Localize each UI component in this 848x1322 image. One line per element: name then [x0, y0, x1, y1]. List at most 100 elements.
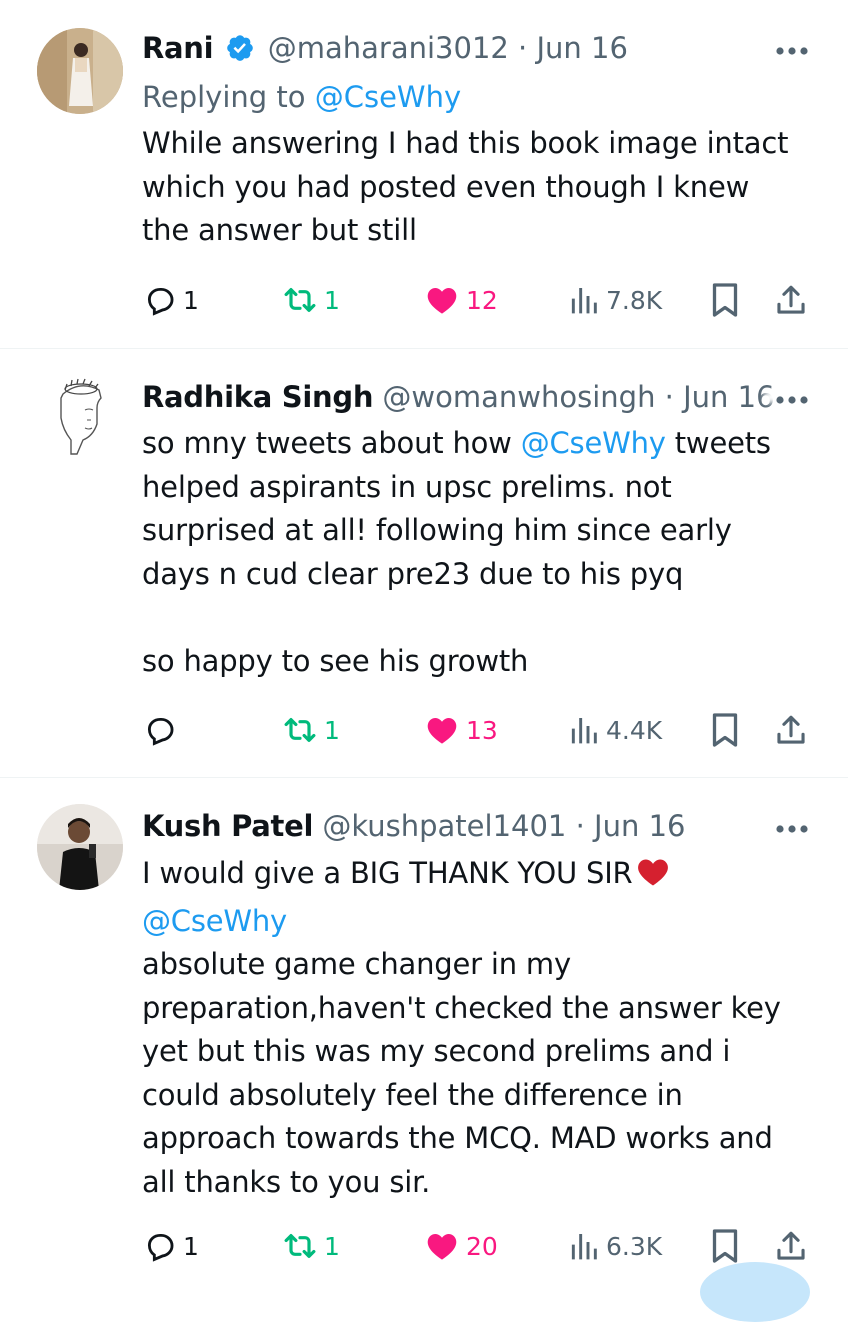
like-icon — [427, 718, 457, 744]
mention-link[interactable]: @CseWhy — [521, 426, 666, 460]
avatar-image — [37, 28, 123, 114]
bookmark-icon — [712, 1229, 738, 1263]
author-handle[interactable]: @womanwhosingh — [382, 380, 655, 414]
like-icon — [427, 1234, 457, 1260]
text-line: preparation,haven't checked the answer k… — [142, 990, 781, 1025]
reply-button[interactable]: 1 — [143, 280, 199, 320]
avatar-image — [37, 804, 123, 890]
avatar-image — [37, 374, 123, 460]
repost-count: 1 — [324, 285, 340, 315]
repost-count: 1 — [324, 1231, 340, 1261]
reply-count: 1 — [183, 285, 199, 315]
reply-icon — [147, 287, 174, 316]
share-icon — [777, 285, 805, 314]
text-line: approach towards the MCQ. MAD works and — [142, 1121, 773, 1155]
replying-prefix: Replying to — [142, 80, 315, 114]
like-count: 20 — [466, 1231, 498, 1261]
avatar[interactable] — [37, 804, 123, 890]
tweet-header: Radhika Singh @womanwhosingh · Jun 16 — [142, 379, 808, 415]
text-line: surprised at all! following him since ea… — [142, 513, 732, 547]
text-line: could absolutely feel the difference in — [142, 1077, 683, 1112]
floating-compose-button[interactable] — [700, 1262, 810, 1322]
avatar[interactable] — [37, 374, 123, 460]
author-handle[interactable]: @maharani3012 — [268, 31, 509, 65]
share-icon — [777, 715, 805, 744]
separator: · — [655, 380, 684, 414]
like-icon — [427, 288, 457, 314]
author-name[interactable]: Kush Patel — [142, 809, 313, 843]
tweet-header: Rani @maharani3012 · Jun 16 — [142, 30, 808, 71]
bookmark-icon — [712, 713, 738, 747]
heart-emoji-icon — [635, 855, 671, 900]
repost-icon — [284, 1234, 316, 1258]
tweet-header: Kush Patel @kushpatel1401 · Jun 16 — [142, 808, 808, 844]
views-count: 4.4K — [606, 715, 663, 745]
bookmark-button[interactable] — [710, 280, 740, 320]
divider — [0, 777, 848, 778]
tweet-text: I would give a BIG THANK YOU SIR @CseWhy… — [142, 852, 822, 1204]
bookmark-button[interactable] — [710, 1226, 740, 1266]
text-line: While answering I had this book image in… — [142, 126, 789, 160]
like-count: 13 — [466, 715, 498, 745]
repost-button[interactable]: 1 — [282, 710, 340, 750]
action-bar: 1 1 12 7.8K — [0, 280, 848, 320]
reply-button[interactable]: 1 — [143, 1226, 199, 1266]
tweet-text: so mny tweets about how @CseWhy tweets h… — [142, 422, 822, 683]
reply-icon — [147, 1233, 174, 1262]
repost-icon — [284, 288, 316, 312]
text-segment: tweets — [665, 426, 771, 460]
repost-button[interactable]: 1 — [282, 1226, 340, 1266]
views-icon — [571, 1234, 597, 1260]
text-line: so mny tweets about how @CseWhy tweets — [142, 422, 822, 466]
tweet-text: While answering I had this book image in… — [142, 122, 822, 253]
share-icon — [777, 1231, 805, 1260]
like-button[interactable]: 12 — [424, 280, 498, 320]
like-button[interactable]: 20 — [424, 1226, 498, 1266]
views-count: 7.8K — [606, 285, 663, 315]
more-icon[interactable] — [774, 820, 810, 833]
bookmark-button[interactable] — [710, 710, 740, 750]
bookmark-icon — [712, 283, 738, 317]
avatar[interactable] — [37, 28, 123, 114]
views-count: 6.3K — [606, 1231, 663, 1261]
author-name[interactable]: Radhika Singh — [142, 380, 373, 414]
reply-button[interactable] — [143, 710, 183, 750]
separator: · — [508, 31, 537, 65]
text-line: I would give a BIG THANK YOU SIR — [142, 852, 822, 900]
verified-badge-icon — [225, 33, 255, 71]
like-button[interactable]: 13 — [424, 710, 498, 750]
action-bar: 1 1 20 6.3K — [0, 1226, 848, 1266]
text-segment: I would give a BIG THANK YOU SIR — [142, 856, 633, 890]
views-icon — [571, 718, 597, 744]
action-bar: 1 13 4.4K — [0, 710, 848, 750]
text-segment: so mny tweets about how — [142, 426, 521, 460]
author-handle[interactable]: @kushpatel1401 — [322, 809, 566, 843]
more-icon[interactable] — [774, 42, 810, 55]
tweet-date[interactable]: Jun 16 — [594, 809, 685, 843]
more-icon[interactable] — [774, 391, 810, 404]
text-line: days n cud clear pre23 due to his pyq — [142, 556, 684, 591]
text-line: yet but this was my second prelims and i — [142, 1034, 731, 1068]
share-button[interactable] — [774, 280, 808, 320]
tweet-date[interactable]: Jun 16 — [537, 31, 628, 65]
mention-link[interactable]: @CseWhy — [142, 904, 287, 938]
like-count: 12 — [466, 285, 498, 315]
views-button[interactable]: 7.8K — [568, 280, 662, 320]
repost-button[interactable]: 1 — [282, 280, 340, 320]
share-button[interactable] — [774, 710, 808, 750]
text-line — [142, 596, 822, 640]
share-button[interactable] — [774, 1226, 808, 1266]
views-button[interactable]: 6.3K — [568, 1226, 662, 1266]
reply-icon — [147, 717, 174, 746]
text-line: which you had posted even though I knew — [142, 169, 750, 204]
text-line: absolute game changer in my — [142, 947, 571, 981]
text-line: so happy to see his growth — [142, 643, 529, 678]
tweet-date[interactable]: Jun 16 — [683, 380, 774, 414]
repost-icon — [284, 718, 316, 742]
views-button[interactable]: 4.4K — [568, 710, 662, 750]
replying-mention[interactable]: @CseWhy — [315, 80, 461, 114]
text-line: @CseWhy — [142, 900, 822, 944]
text-line: all thanks to you sir. — [142, 1164, 431, 1199]
views-icon — [571, 288, 597, 314]
author-name[interactable]: Rani — [142, 31, 214, 65]
